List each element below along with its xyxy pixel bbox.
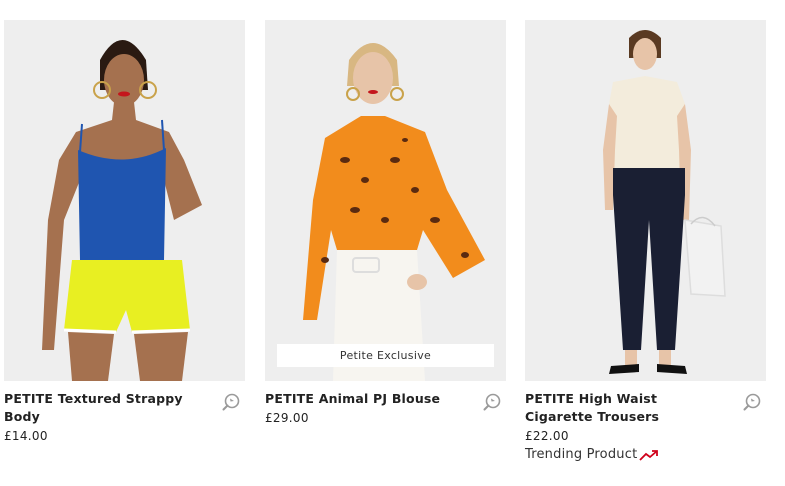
quick-view-magnifier-icon[interactable] (482, 392, 502, 412)
product-price: £29.00 (265, 411, 309, 425)
product-card[interactable]: PETITE High Waist Cigarette Trousers £22… (525, 20, 766, 462)
trending-arrow-icon (639, 449, 659, 461)
product-title[interactable]: PETITE High Waist Cigarette Trousers (525, 390, 715, 426)
product-title[interactable]: PETITE Animal PJ Blouse (265, 390, 455, 408)
product-image[interactable] (4, 20, 245, 381)
model-photo-animal-blouse (303, 43, 485, 381)
trending-product-label: Trending Product (525, 447, 766, 462)
model-photo-strappy-body (42, 40, 202, 381)
product-image[interactable]: Petite Exclusive (265, 20, 506, 381)
product-title[interactable]: PETITE Textured Strappy Body (4, 390, 194, 426)
product-card[interactable]: Petite Exclusive PETITE Animal PJ Blouse… (265, 20, 506, 427)
model-photo-cigarette-trousers (603, 30, 726, 374)
petite-exclusive-badge: Petite Exclusive (277, 344, 494, 367)
product-price: £14.00 (4, 429, 48, 443)
trending-product-text: Trending Product (525, 447, 638, 462)
product-image[interactable] (525, 20, 766, 381)
quick-view-magnifier-icon[interactable] (221, 392, 241, 412)
product-card[interactable]: PETITE Textured Strappy Body £14.00 (4, 20, 245, 445)
product-price: £22.00 (525, 429, 569, 443)
quick-view-magnifier-icon[interactable] (742, 392, 762, 412)
